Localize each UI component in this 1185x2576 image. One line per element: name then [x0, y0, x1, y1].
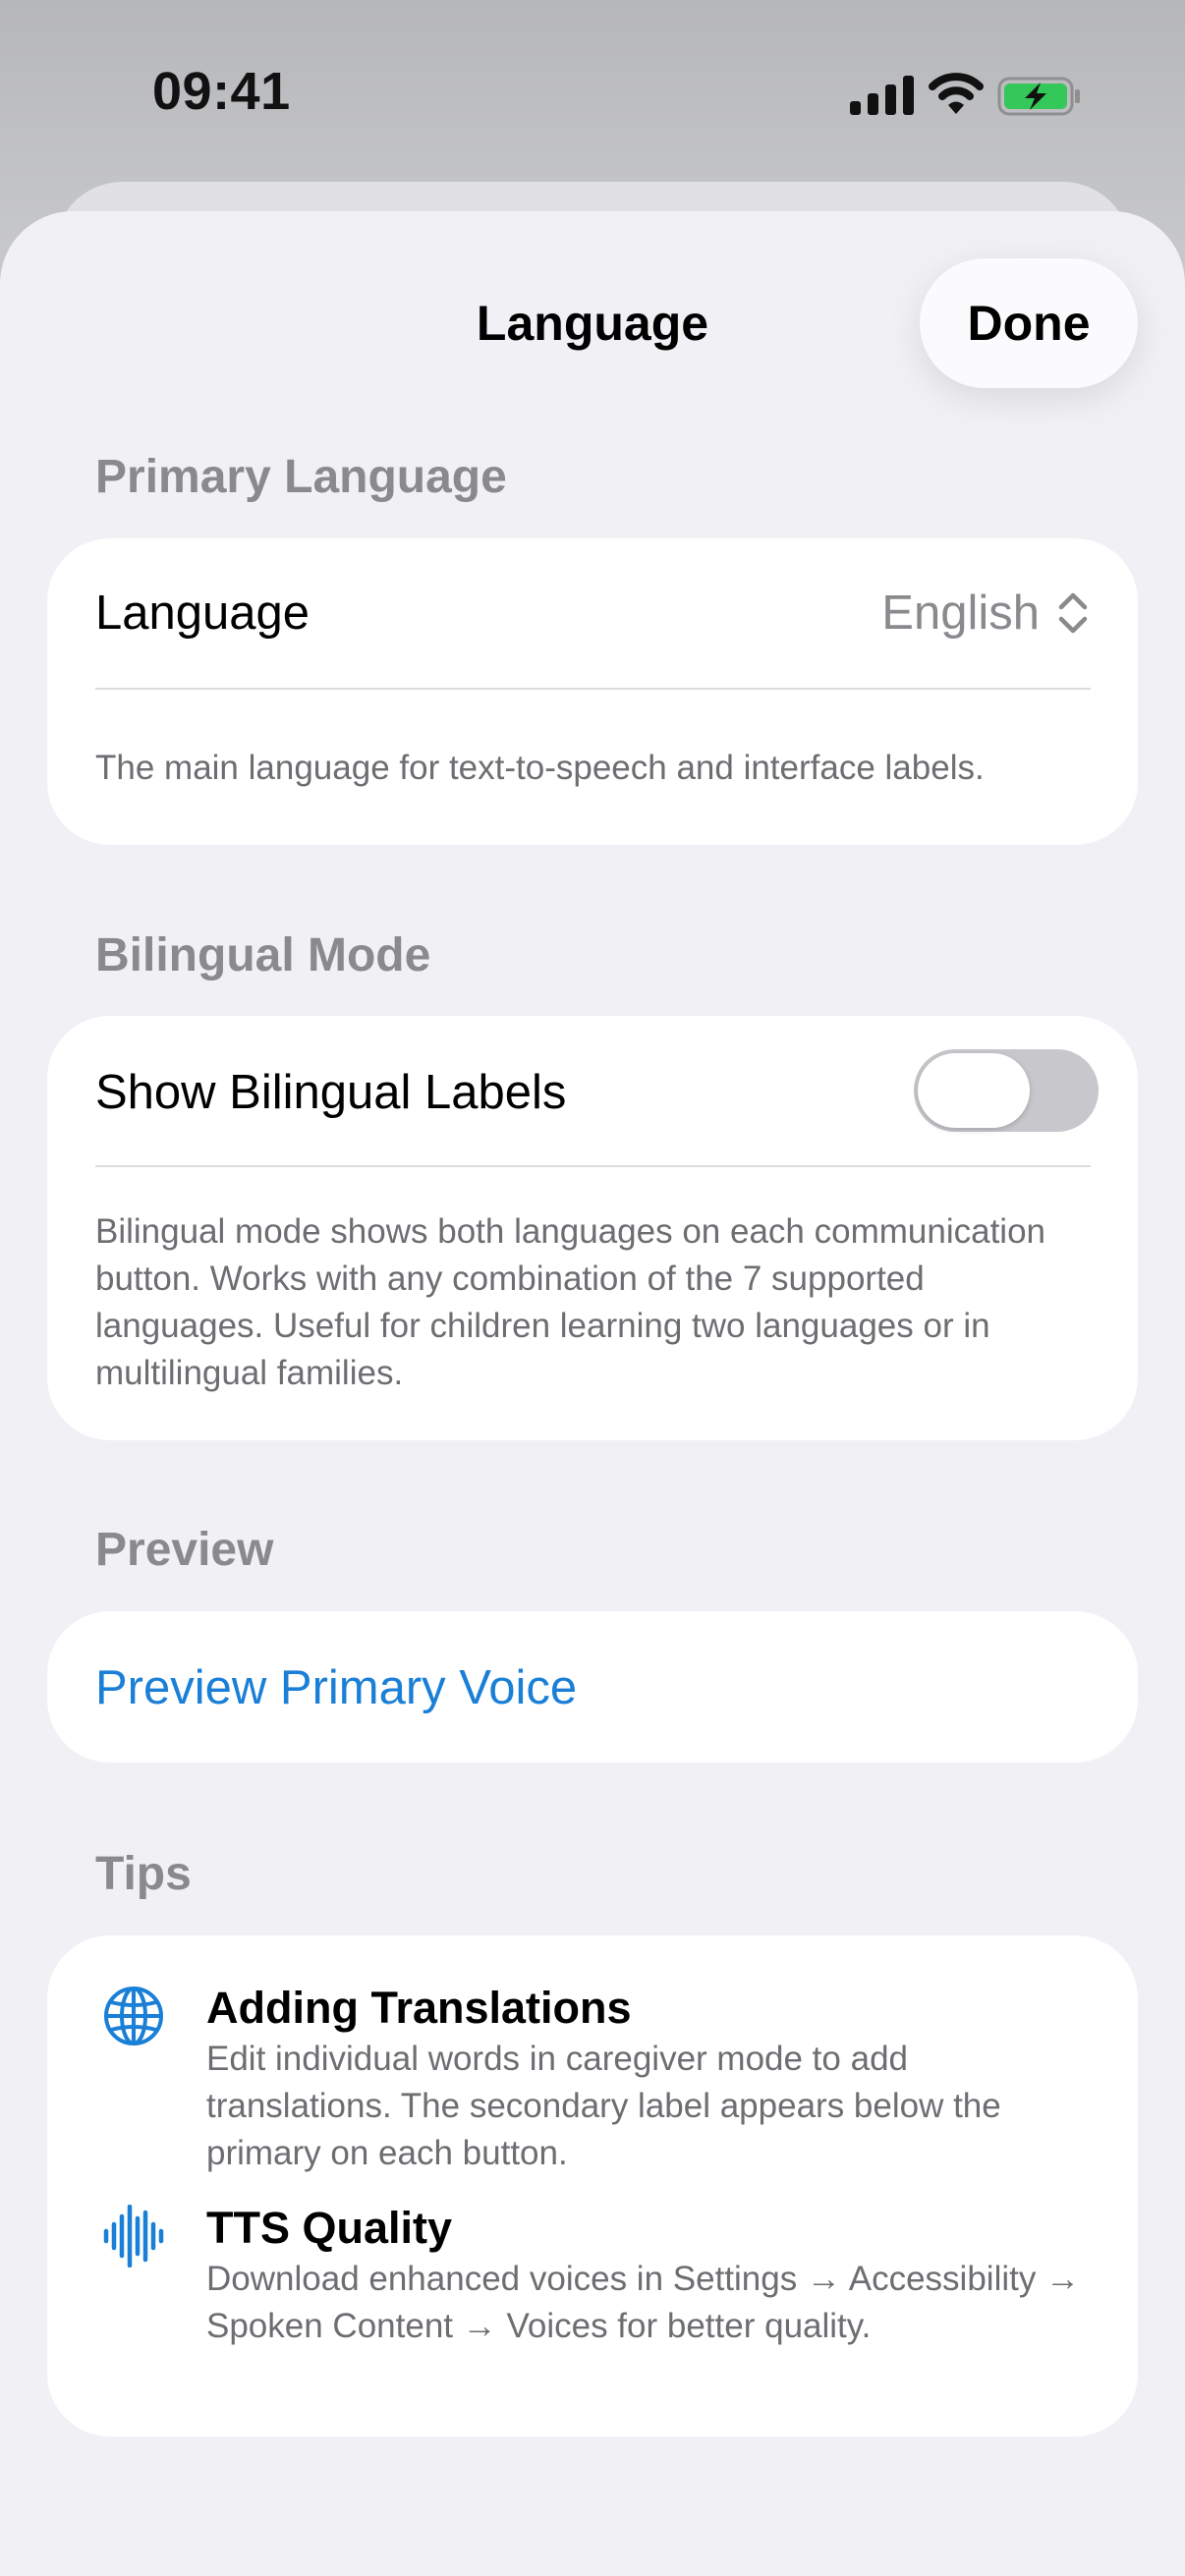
chevron-up-down-icon: [1058, 592, 1088, 634]
language-row-label: Language: [95, 587, 310, 640]
tip-text: Edit individual words in caregiver mode …: [206, 2040, 1001, 2172]
preview-card: Preview Primary Voice: [47, 1611, 1138, 1763]
done-button[interactable]: Done: [920, 258, 1138, 388]
bilingual-mode-card: Show Bilingual Labels Bilingual mode sho…: [47, 1016, 1138, 1440]
wifi-icon: [929, 73, 984, 114]
show-bilingual-labels-label: Show Bilingual Labels: [95, 1066, 567, 1119]
bilingual-mode-footnote: Bilingual mode shows both languages on e…: [95, 1212, 1045, 1392]
globe-icon: [104, 1987, 163, 2045]
toggle-knob: [918, 1053, 1030, 1128]
status-bar: 09:41: [0, 0, 1185, 187]
primary-language-card: Language English The main language for t…: [47, 538, 1138, 845]
language-picker-row[interactable]: Language English: [47, 538, 1138, 688]
bilingual-mode-header: Bilingual Mode: [95, 929, 431, 981]
tips-card: Adding Translations Edit individual word…: [47, 1935, 1138, 2436]
bilingual-labels-toggle[interactable]: [914, 1049, 1099, 1132]
tip-title: TTS Quality: [206, 2203, 453, 2253]
status-time: 09:41: [152, 62, 291, 121]
cellular-signal-icon: [850, 76, 914, 115]
tip-text: Download enhanced voices in Settings → A…: [206, 2260, 1081, 2345]
preview-primary-voice-button[interactable]: Preview Primary Voice: [95, 1660, 577, 1715]
tip-title: Adding Translations: [206, 1983, 632, 2033]
primary-language-header: Primary Language: [95, 451, 507, 503]
divider: [95, 688, 1091, 690]
battery-charging-icon: [997, 77, 1080, 116]
preview-header: Preview: [95, 1524, 274, 1576]
language-row-value: English: [881, 587, 1040, 640]
tips-header: Tips: [95, 1848, 192, 1900]
waveform-icon: [103, 2205, 164, 2268]
primary-language-footnote: The main language for text-to-speech and…: [95, 749, 985, 787]
divider: [95, 1165, 1091, 1167]
